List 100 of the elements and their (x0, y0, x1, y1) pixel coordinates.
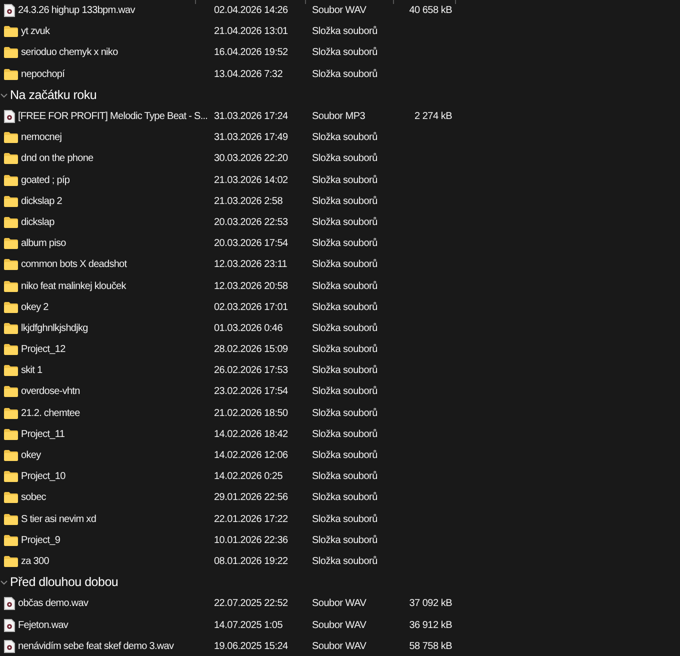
date-modified: 12.03.2026 20:58 (214, 280, 288, 292)
file-type: Složka souborů (312, 492, 378, 504)
file-name[interactable]: dickslap (21, 214, 54, 230)
date-modified: 21.04.2026 13:01 (214, 26, 288, 38)
date-modified: 26.02.2026 17:53 (214, 365, 288, 376)
date-modified: 29.01.2026 22:56 (214, 492, 288, 504)
file-name[interactable]: common bots X deadshot (21, 257, 127, 272)
file-name[interactable]: 21.2. chemtee (21, 406, 80, 421)
file-type: Složka souborů (312, 514, 378, 525)
file-name[interactable]: občas demo.wav (18, 596, 88, 612)
chevron-icon[interactable] (0, 92, 8, 99)
file-name[interactable]: overdose-vhtn (21, 384, 80, 400)
file-name[interactable]: okey (21, 448, 41, 464)
date-modified: 21.03.2026 14:02 (214, 174, 288, 186)
date-modified: 31.03.2026 17:24 (214, 111, 288, 122)
file-type: Soubor WAV (312, 640, 366, 652)
file-name[interactable]: nenávidím sebe feat skef demo 3.wav (18, 638, 174, 654)
file-type: Složka souborů (312, 238, 378, 250)
folder-icon (4, 132, 18, 144)
file-name[interactable]: S tier asi nevim xd (21, 512, 96, 527)
audio-file-icon (4, 597, 15, 610)
date-modified: 21.02.2026 18:50 (214, 408, 288, 419)
file-type: Složka souborů (312, 47, 378, 58)
chevron-icon[interactable] (0, 579, 8, 586)
audio-file-icon (4, 640, 15, 653)
file-name[interactable]: okey 2 (21, 300, 48, 315)
file-type: Složka souborů (312, 386, 378, 398)
file-size: 36 912 kB (409, 620, 452, 631)
folder-icon (4, 450, 18, 462)
folder-icon (4, 408, 18, 419)
file-name[interactable]: Project_11 (21, 426, 65, 442)
file-name[interactable]: nepochopí (21, 66, 65, 82)
date-modified: 14.02.2026 18:42 (214, 428, 288, 440)
file-name[interactable]: sobec (21, 490, 46, 506)
folder-icon (4, 471, 18, 482)
file-size: 37 092 kB (409, 598, 452, 610)
date-modified: 14.02.2026 0:25 (214, 471, 283, 482)
file-name[interactable]: 24.3.26 highup 133bpm.wav (18, 3, 135, 18)
file-name[interactable]: dnd on the phone (21, 151, 94, 166)
file-type: Složka souborů (312, 216, 378, 228)
date-modified: 23.02.2026 17:54 (214, 386, 288, 398)
date-modified: 13.04.2026 7:32 (214, 68, 283, 80)
file-name[interactable]: niko feat malinkej klouček (21, 278, 126, 294)
file-type: Složka souborů (312, 428, 378, 440)
file-name[interactable]: goated ; píp (21, 172, 70, 188)
folder-icon (4, 174, 18, 186)
date-modified: 10.01.2026 22:36 (214, 534, 288, 546)
file-type: Složka souborů (312, 408, 378, 419)
date-modified: 02.03.2026 17:01 (214, 302, 288, 313)
file-type: Složka souborů (312, 344, 378, 356)
file-name[interactable]: serioduo chemyk x niko (21, 45, 118, 60)
file-type: Složka souborů (312, 450, 378, 462)
folder-icon (4, 259, 18, 270)
file-size: 58 758 kB (409, 640, 452, 652)
folder-icon (4, 534, 18, 546)
file-type: Složka souborů (312, 26, 378, 38)
folder-icon (4, 238, 18, 250)
date-modified: 01.03.2026 0:46 (214, 322, 283, 334)
folder-icon (4, 47, 18, 58)
file-name[interactable]: [FREE FOR PROFIT] Melodic Type Beat - S... (18, 109, 208, 124)
file-name[interactable]: Project_12 (21, 342, 66, 358)
file-type: Složka souborů (312, 302, 378, 313)
date-modified: 30.03.2026 22:20 (214, 153, 288, 164)
file-name[interactable]: Fejeton.wav (18, 618, 68, 633)
file-name[interactable]: dickslap 2 (21, 194, 62, 209)
file-name[interactable]: nemocnej (21, 130, 62, 146)
folder-icon (4, 26, 18, 38)
file-name[interactable]: lkjdfghnlkjshdjkg (21, 320, 88, 336)
file-name[interactable]: Project_9 (21, 532, 60, 548)
date-modified: 22.07.2025 22:52 (214, 598, 288, 610)
group-header[interactable]: Před dlouhou dobou (10, 573, 118, 592)
file-type: Složka souborů (312, 280, 378, 292)
file-type: Soubor WAV (312, 620, 366, 631)
folder-icon (4, 344, 18, 356)
file-type: Složka souborů (312, 174, 378, 186)
folder-icon (4, 68, 18, 80)
file-name[interactable]: album piso (21, 236, 66, 252)
file-type: Složka souborů (312, 365, 378, 376)
file-type: Složka souborů (312, 471, 378, 482)
folder-icon (4, 302, 18, 313)
date-modified: 02.04.2026 14:26 (214, 5, 288, 16)
file-type: Složka souborů (312, 556, 378, 567)
file-name[interactable]: yt zvuk (21, 24, 50, 40)
file-type: Složka souborů (312, 259, 378, 270)
date-modified: 19.06.2025 15:24 (214, 640, 288, 652)
folder-icon (4, 365, 18, 376)
file-name[interactable]: skit 1 (21, 363, 42, 378)
date-modified: 21.03.2026 2:58 (214, 196, 283, 207)
group-header[interactable]: Na začátku roku (10, 86, 97, 105)
date-modified: 16.04.2026 19:52 (214, 47, 288, 58)
file-name[interactable]: za 300 (21, 554, 49, 569)
audio-file-icon (4, 618, 15, 632)
date-modified: 20.03.2026 22:53 (214, 216, 288, 228)
file-type: Soubor WAV (312, 598, 366, 610)
date-modified: 08.01.2026 19:22 (214, 556, 288, 567)
file-name[interactable]: Project_10 (21, 469, 66, 484)
date-modified: 14.07.2025 1:05 (214, 620, 283, 631)
date-modified: 31.03.2026 17:49 (214, 132, 288, 144)
file-type: Složka souborů (312, 132, 378, 144)
file-type: Složka souborů (312, 153, 378, 164)
